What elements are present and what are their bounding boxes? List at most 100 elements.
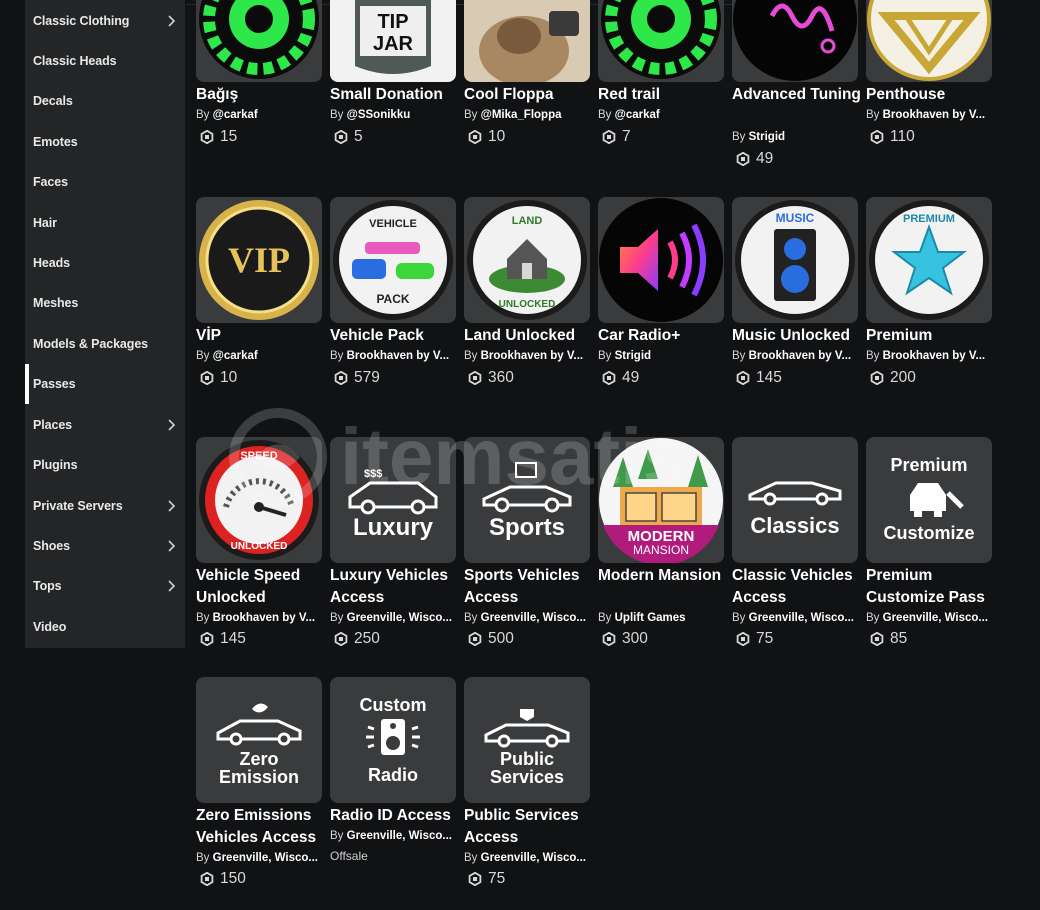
item-name[interactable]: Land Unlocked	[464, 325, 594, 347]
sidebar-item-classic-heads[interactable]: Classic Heads	[25, 41, 185, 81]
item-creator[interactable]: By Strigid	[598, 350, 724, 362]
item-thumbnail[interactable]: Premium Customize	[866, 437, 992, 563]
item-creator[interactable]: By @carkaf	[196, 109, 322, 121]
item-name[interactable]: Car Radio+	[598, 325, 728, 347]
sidebar-item-label: Models & Packages	[33, 337, 149, 351]
item-creator[interactable]: By Greenville, Wisco...	[330, 612, 456, 624]
item-thumbnail[interactable]: Sports	[464, 437, 590, 563]
item-name[interactable]: Modern Mansion	[598, 565, 728, 587]
sidebar-item-video[interactable]: Video	[25, 607, 185, 647]
item-thumbnail[interactable]	[598, 0, 724, 82]
sidebar-item-label: Classic Heads	[33, 54, 117, 68]
svg-text:Luxury: Luxury	[353, 514, 434, 541]
item-creator[interactable]: By Greenville, Wisco...	[866, 612, 992, 624]
item-creator[interactable]: By Brookhaven by V...	[866, 350, 992, 362]
item-name[interactable]: Small Donation	[330, 84, 460, 106]
sidebar-item-passes[interactable]: Passes	[25, 364, 185, 404]
item-thumbnail[interactable]: LAND UNLOCKED	[464, 197, 590, 323]
item-creator[interactable]: By Greenville, Wisco...	[464, 612, 590, 624]
item-creator[interactable]: By Brookhaven by V...	[330, 350, 456, 362]
item-name[interactable]: Premium	[866, 325, 996, 347]
item-creator[interactable]: By Greenville, Wisco...	[464, 852, 590, 864]
item-price: 579	[330, 368, 456, 388]
item-name[interactable]: Luxury Vehicles Access	[330, 565, 460, 609]
item-thumbnail[interactable]	[866, 0, 992, 82]
robux-icon	[334, 632, 348, 646]
item-creator[interactable]: By @Mika_Floppa	[464, 109, 590, 121]
item-name[interactable]: Music Unlocked	[732, 325, 862, 347]
robux-icon	[870, 371, 884, 385]
item-thumbnail[interactable]: VIP	[196, 197, 322, 323]
sidebar-item-shoes[interactable]: Shoes	[25, 526, 185, 566]
sidebar-item-private-servers[interactable]: Private Servers	[25, 486, 185, 526]
item-creator[interactable]: By Greenville, Wisco...	[732, 612, 858, 624]
item-creator[interactable]: By Uplift Games	[598, 612, 724, 624]
sidebar-item-faces[interactable]: Faces	[25, 162, 185, 202]
item-name[interactable]: Classic Vehicles Access	[732, 565, 862, 609]
land-house-icon: LAND UNLOCKED	[467, 200, 587, 320]
item-thumbnail[interactable]: VEHICLE PACK	[330, 197, 456, 323]
item-thumbnail[interactable]	[732, 0, 858, 82]
sidebar-item-heads[interactable]: Heads	[25, 243, 185, 283]
item-creator[interactable]: By @carkaf	[196, 350, 322, 362]
robux-icon	[870, 130, 884, 144]
item-thumbnail[interactable]: Custom Radio	[330, 677, 456, 803]
item-thumbnail[interactable]: $$$ Luxury	[330, 437, 456, 563]
sidebar-item-plugins[interactable]: Plugins	[25, 445, 185, 485]
svg-text:MUSIC: MUSIC	[776, 211, 815, 225]
item-price: 145	[732, 368, 858, 388]
item-name[interactable]: Vehicle Speed Unlocked	[196, 565, 326, 609]
sidebar-item-decals[interactable]: Decals	[25, 81, 185, 121]
item-creator[interactable]: By @SSonikku	[330, 109, 456, 121]
item-name[interactable]: Cool Floppa	[464, 84, 594, 106]
item-thumbnail[interactable]: MUSIC	[732, 197, 858, 323]
item-name[interactable]: Public Services Access	[464, 805, 594, 849]
neon-spring-icon	[733, 0, 857, 81]
item-thumbnail[interactable]	[598, 197, 724, 323]
item-thumbnail[interactable]	[464, 0, 590, 82]
sidebar-item-places[interactable]: Places	[25, 405, 185, 445]
item-thumbnail[interactable]	[196, 0, 322, 82]
item-name[interactable]: VİP	[196, 325, 326, 347]
item-name[interactable]: Bağış	[196, 84, 326, 106]
item-name[interactable]: Sports Vehicles Access	[464, 565, 594, 609]
item-thumbnail[interactable]: Classics	[732, 437, 858, 563]
item-creator[interactable]: By Greenville, Wisco...	[330, 830, 456, 842]
item-creator[interactable]: By Strigid	[732, 131, 858, 143]
sidebar-item-models-packages[interactable]: Models & Packages	[25, 324, 185, 364]
robux-icon	[602, 371, 616, 385]
sidebar-item-emotes[interactable]: Emotes	[25, 122, 185, 162]
item-thumbnail[interactable]: PREMIUM	[866, 197, 992, 323]
item-creator[interactable]: By @carkaf	[598, 109, 724, 121]
item-name[interactable]: Vehicle Pack	[330, 325, 460, 347]
item-price: 15	[196, 127, 322, 147]
item-name[interactable]: Radio ID Access	[330, 805, 460, 827]
item-creator[interactable]: By Greenville, Wisco...	[196, 852, 322, 864]
item-creator[interactable]: By Brookhaven by V...	[866, 109, 992, 121]
item-thumbnail[interactable]: MODERN MANSION	[598, 437, 724, 563]
customize-car-icon: Premium Customize	[883, 455, 974, 543]
item-name[interactable]: Zero Emissions Vehicles Access	[196, 805, 326, 849]
item-name[interactable]: Advanced Tuning	[732, 84, 862, 106]
item-creator[interactable]: By Brookhaven by V...	[732, 350, 858, 362]
item-thumbnail[interactable]: TIP JAR	[330, 0, 456, 82]
sidebar-item-hair[interactable]: Hair	[25, 203, 185, 243]
item-creator[interactable]: By Brookhaven by V...	[196, 612, 322, 624]
svg-text:PACK: PACK	[376, 292, 409, 306]
item-name[interactable]: Premium Customize Pass	[866, 565, 996, 609]
item-thumbnail[interactable]: Zero Emission	[196, 677, 322, 803]
item-price: 360	[464, 368, 590, 388]
sidebar-item-classic-clothing[interactable]: Classic Clothing	[25, 1, 185, 41]
item-thumbnail[interactable]: SPEED UNLOCKED	[196, 437, 322, 563]
robux-icon	[200, 371, 214, 385]
item-price: 75	[464, 869, 590, 889]
chevron-right-icon	[168, 580, 176, 592]
item-name[interactable]: Penthouse	[866, 84, 996, 106]
offsale-label: Offsale	[330, 849, 368, 863]
chevron-right-icon	[168, 540, 176, 552]
item-name[interactable]: Red trail	[598, 84, 728, 106]
item-thumbnail[interactable]: Public Services	[464, 677, 590, 803]
sidebar-item-tops[interactable]: Tops	[25, 566, 185, 606]
sidebar-item-meshes[interactable]: Meshes	[25, 283, 185, 323]
item-creator[interactable]: By Brookhaven by V...	[464, 350, 590, 362]
